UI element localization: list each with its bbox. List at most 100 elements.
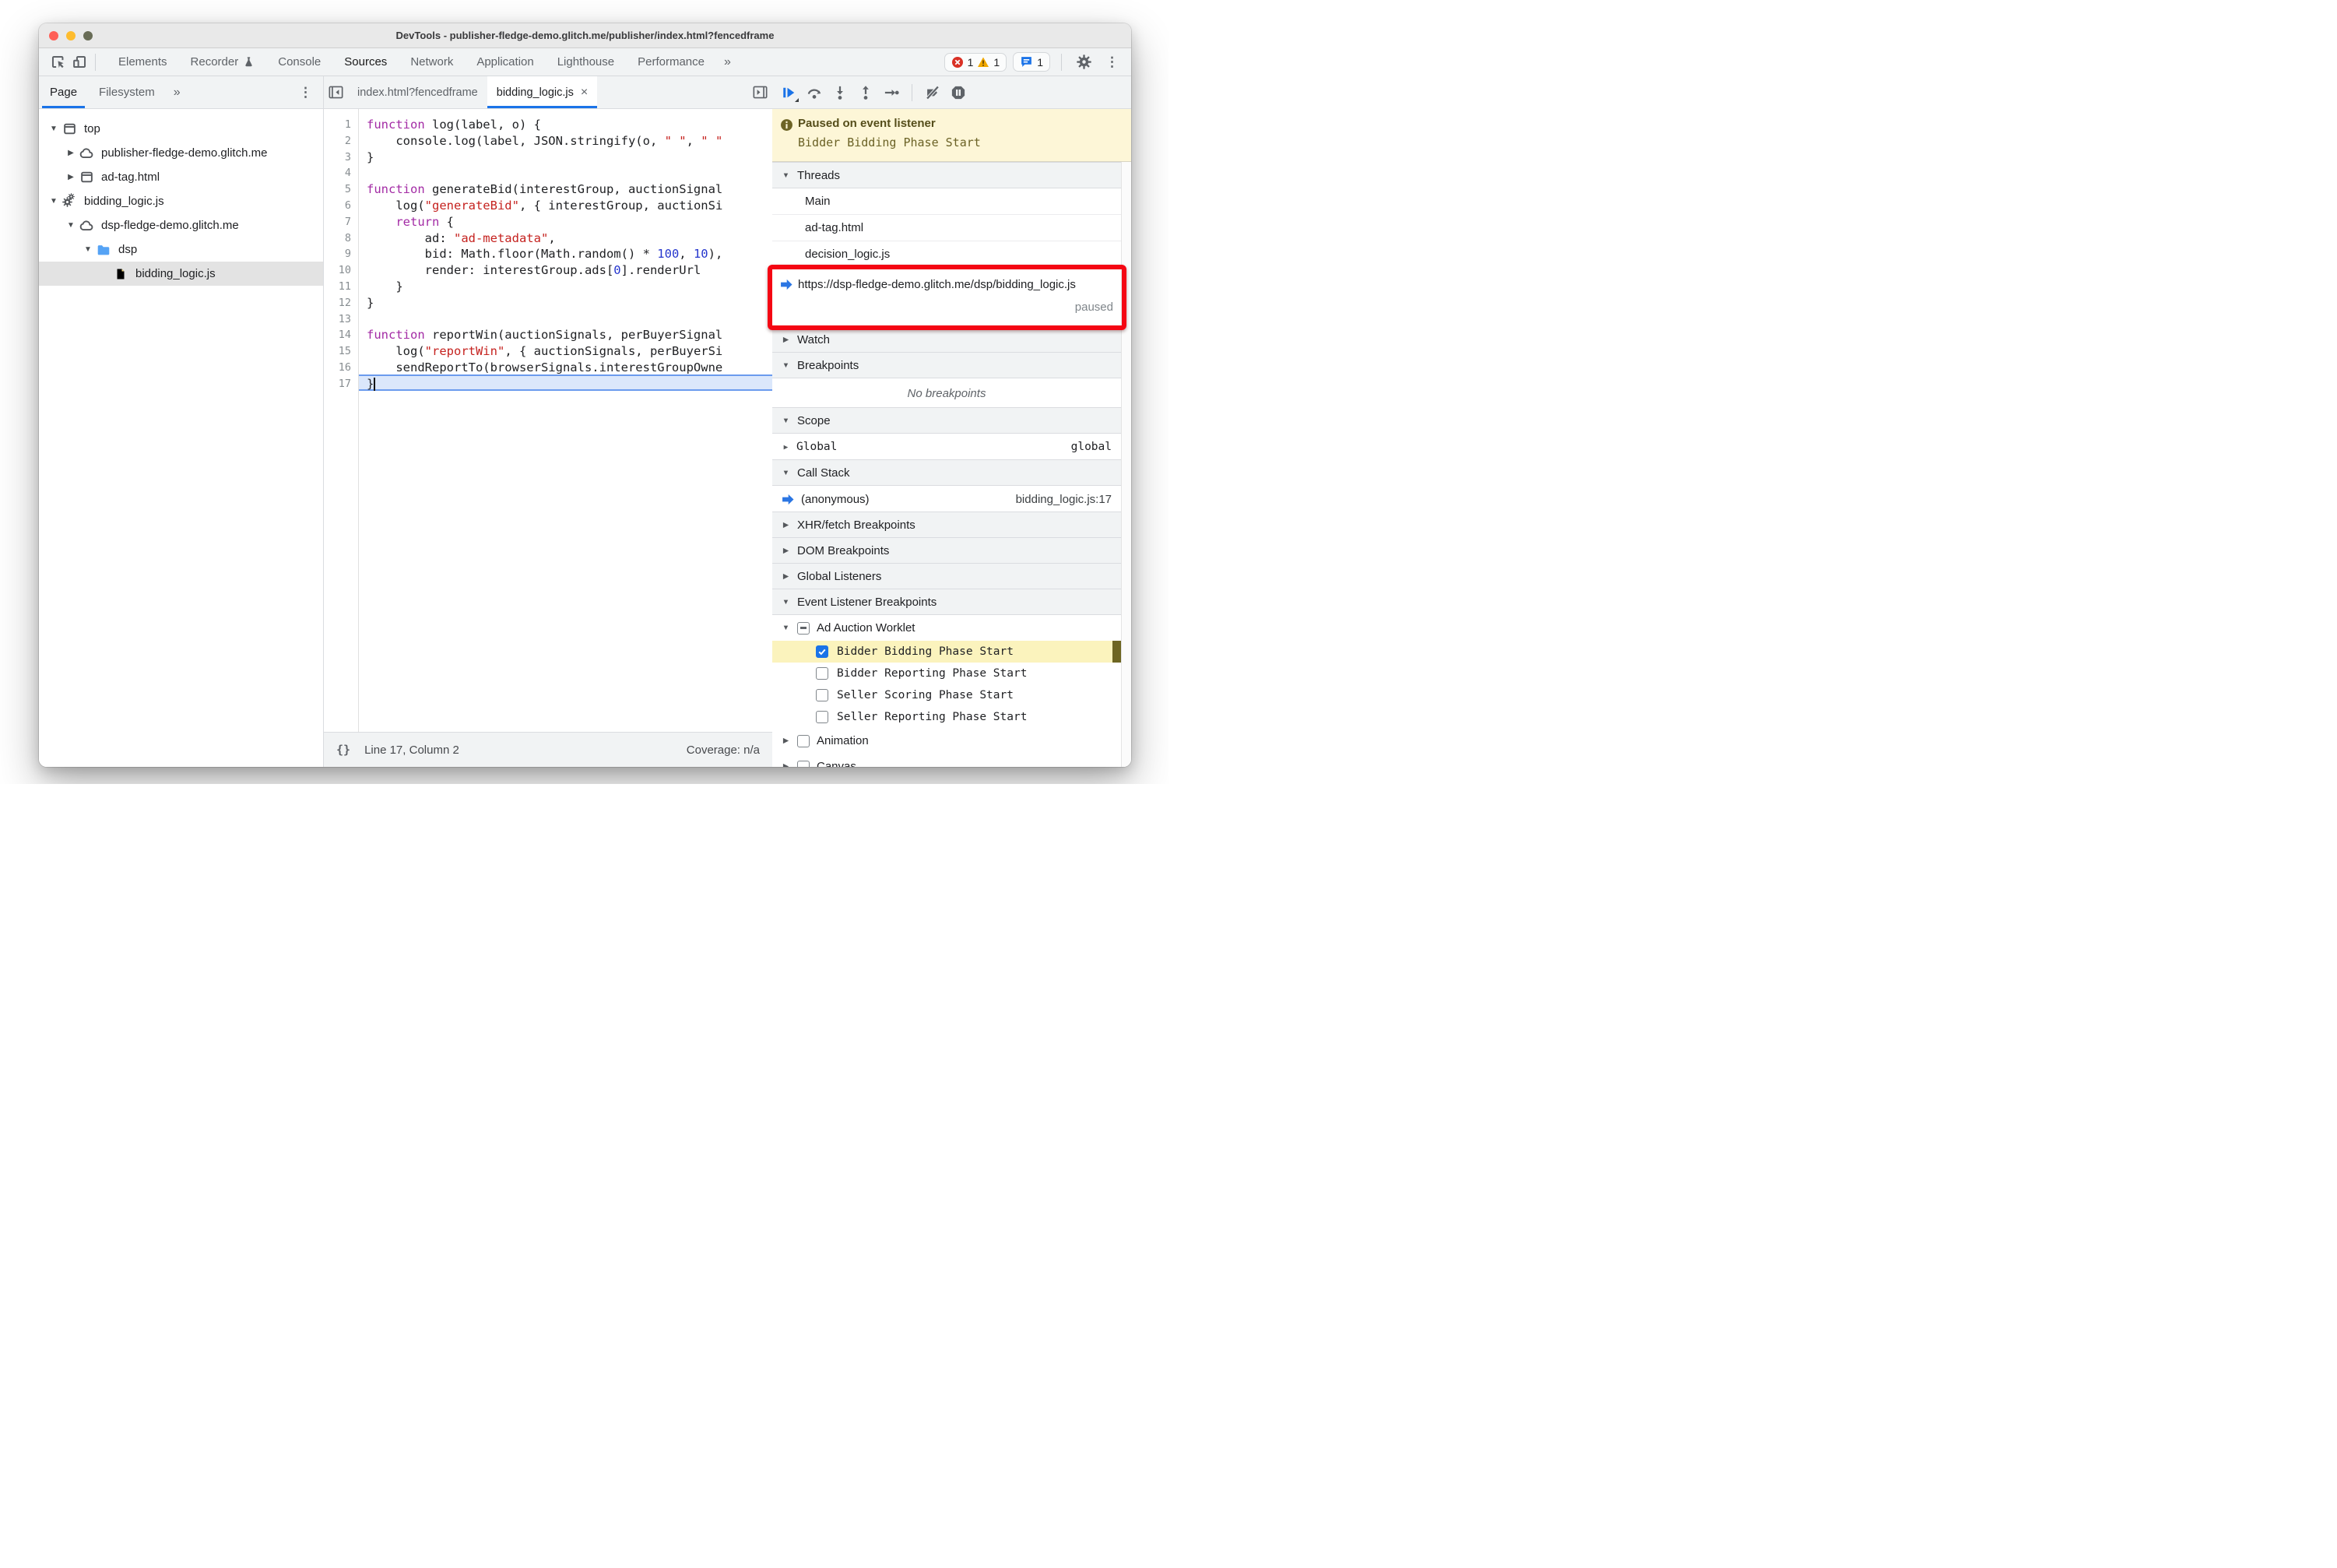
code-line-11[interactable]: } [359,279,772,295]
breakpoint-category-animation[interactable]: ▶ Animation [772,728,1121,754]
thread-item[interactable]: decision_logic.js [772,241,1121,268]
line-number[interactable]: 2 [324,133,358,149]
code-line-3[interactable]: } [359,149,772,166]
line-number[interactable]: 8 [324,230,358,247]
line-number[interactable]: 14 [324,327,358,343]
line-number[interactable]: 9 [324,246,358,262]
code-line-9[interactable]: bid: Math.floor(Math.random() * 100, 10)… [359,246,772,262]
code-line-2[interactable]: console.log(label, JSON.stringify(o, " "… [359,133,772,149]
code-line-8[interactable]: ad: "ad-metadata", [359,230,772,247]
line-number[interactable]: 3 [324,149,358,166]
chevron-right-icon[interactable]: ▶ [65,173,76,181]
pretty-print-button[interactable]: {} [336,743,350,757]
code-line-15[interactable]: log("reportWin", { auctionSignals, perBu… [359,343,772,360]
checkbox-unchecked[interactable] [816,711,828,723]
tree-item-dsp[interactable]: ▼ dsp [39,237,323,262]
code-line-12[interactable]: } [359,295,772,311]
checkbox-unchecked[interactable] [816,667,828,680]
chevron-right-icon[interactable]: ▶ [782,737,790,745]
section-header-global-listeners[interactable]: ▶ Global Listeners [772,563,1121,589]
chevron-down-icon[interactable]: ▼ [65,221,76,230]
tab-network[interactable]: Network [399,48,465,76]
line-number[interactable]: 15 [324,343,358,360]
tab-sources[interactable]: Sources [332,48,399,76]
breakpoint-item-seller-scoring-phase-start[interactable]: Seller Scoring Phase Start [772,684,1121,706]
thread-item[interactable]: ad-tag.html [772,215,1121,241]
pause-on-exceptions-icon[interactable] [948,83,968,103]
more-navigator-tabs-button[interactable]: » [166,86,188,100]
tab-performance[interactable]: Performance [626,48,716,76]
device-toolbar-icon[interactable] [69,51,90,73]
code-line-1[interactable]: function log(label, o) { [359,117,772,133]
chevron-right-icon[interactable]: ▶ [782,443,790,452]
tree-item-top[interactable]: ▼ top [39,117,323,141]
chevron-right-icon[interactable]: ▶ [782,762,790,767]
line-number[interactable]: 6 [324,198,358,214]
line-number[interactable]: 16 [324,360,358,376]
open-panel-icon[interactable] [753,86,768,99]
section-header-watch[interactable]: ▶ Watch [772,326,1121,353]
line-number[interactable]: 5 [324,181,358,198]
code-line-14[interactable]: function reportWin(auctionSignals, perBu… [359,327,772,343]
tree-item-bidding-logic-js[interactable]: ▼ bidding_logic.js [39,189,323,213]
tab-lighthouse[interactable]: Lighthouse [546,48,626,76]
breakpoint-item-bidder-reporting-phase-start[interactable]: Bidder Reporting Phase Start [772,663,1121,684]
code-line-16[interactable]: sendReportTo(browserSignals.interestGrou… [359,360,772,376]
step-icon[interactable] [881,83,901,103]
checkbox-indeterminate[interactable] [797,621,810,635]
code-line-17[interactable]: } [359,376,772,392]
tab-elements[interactable]: Elements [107,48,179,76]
code-line-4[interactable] [359,165,772,181]
chevron-down-icon[interactable]: ▼ [48,125,59,133]
editor-tab-index-html-fencedframe[interactable]: index.html?fencedframe [348,76,487,108]
line-number[interactable]: 17 [324,376,358,392]
settings-gear-icon[interactable] [1073,51,1095,73]
code-line-13[interactable] [359,311,772,328]
checkbox-unchecked[interactable] [797,760,810,767]
line-number[interactable]: 7 [324,214,358,230]
deactivate-breakpoints-icon[interactable] [922,83,943,103]
resume-icon[interactable] [778,83,799,103]
more-panels-button[interactable]: » [716,55,739,69]
panel-scrollbar[interactable] [1121,162,1131,767]
editor-tab-bidding-logic-js[interactable]: bidding_logic.js × [487,76,598,108]
section-header-call-stack[interactable]: ▼ Call Stack [772,459,1121,486]
step-over-icon[interactable] [804,83,824,103]
step-out-icon[interactable] [856,83,876,103]
navigator-tab-filesystem[interactable]: Filesystem [88,76,166,108]
thread-item[interactable]: Main [772,188,1121,215]
errors-warnings-badge[interactable]: 1 1 [944,52,1007,72]
tree-item-ad-tag-html[interactable]: ▶ ad-tag.html [39,165,323,189]
navigator-tab-page[interactable]: Page [39,76,88,108]
checkbox-checked[interactable] [816,645,828,658]
checkbox-unchecked[interactable] [816,689,828,701]
breakpoint-item-seller-reporting-phase-start[interactable]: Seller Reporting Phase Start [772,706,1121,728]
line-number-gutter[interactable]: 1 2 3 4 5 6 7 8 9 10 11 12 13 14 15 16 17 [324,109,359,732]
code-line-6[interactable]: log("generateBid", { interestGroup, auct… [359,198,772,214]
tree-item-publisher-fledge-demo-glitch-me[interactable]: ▶ publisher-fledge-demo.glitch.me [39,141,323,165]
code-line-5[interactable]: function generateBid(interestGroup, auct… [359,181,772,198]
section-header-threads[interactable]: ▼ Threads [772,162,1121,188]
section-header-breakpoints[interactable]: ▼ Breakpoints [772,352,1121,378]
checkbox-unchecked[interactable] [797,734,810,747]
tree-item-bidding-logic-js[interactable]: bidding_logic.js [39,262,323,286]
line-number[interactable]: 10 [324,262,358,279]
breakpoint-item-bidder-bidding-phase-start[interactable]: Bidder Bidding Phase Start [772,641,1121,663]
code-editor[interactable]: 1 2 3 4 5 6 7 8 9 10 11 12 13 14 15 16 17 function log(l… [324,109,772,732]
thread-item-current[interactable]: https://dsp-fledge-demo.glitch.me/dsp/bi… [772,268,1121,327]
code-line-10[interactable]: render: interestGroup.ads[0].renderUrl [359,262,772,279]
code-line-7[interactable]: return { [359,214,772,230]
line-number[interactable]: 12 [324,295,358,311]
chevron-right-icon[interactable]: ▶ [65,149,76,157]
collapse-navigator-icon[interactable] [329,86,343,99]
tab-console[interactable]: Console [266,48,332,76]
main-menu-icon[interactable]: ⋮ [1101,54,1123,70]
step-into-icon[interactable] [830,83,850,103]
tree-item-dsp-fledge-demo-glitch-me[interactable]: ▼ dsp-fledge-demo.glitch.me [39,213,323,237]
section-header-xhr-fetch-breakpoints[interactable]: ▶ XHR/fetch Breakpoints [772,512,1121,538]
navigator-menu-icon[interactable]: ⋮ [294,85,317,100]
line-number[interactable]: 1 [324,117,358,133]
breakpoint-category-ad-auction-worklet[interactable]: ▼ Ad Auction Worklet [772,615,1121,641]
chevron-down-icon[interactable]: ▼ [48,197,59,206]
section-header-event-listener-breakpoints[interactable]: ▼ Event Listener Breakpoints [772,589,1121,615]
